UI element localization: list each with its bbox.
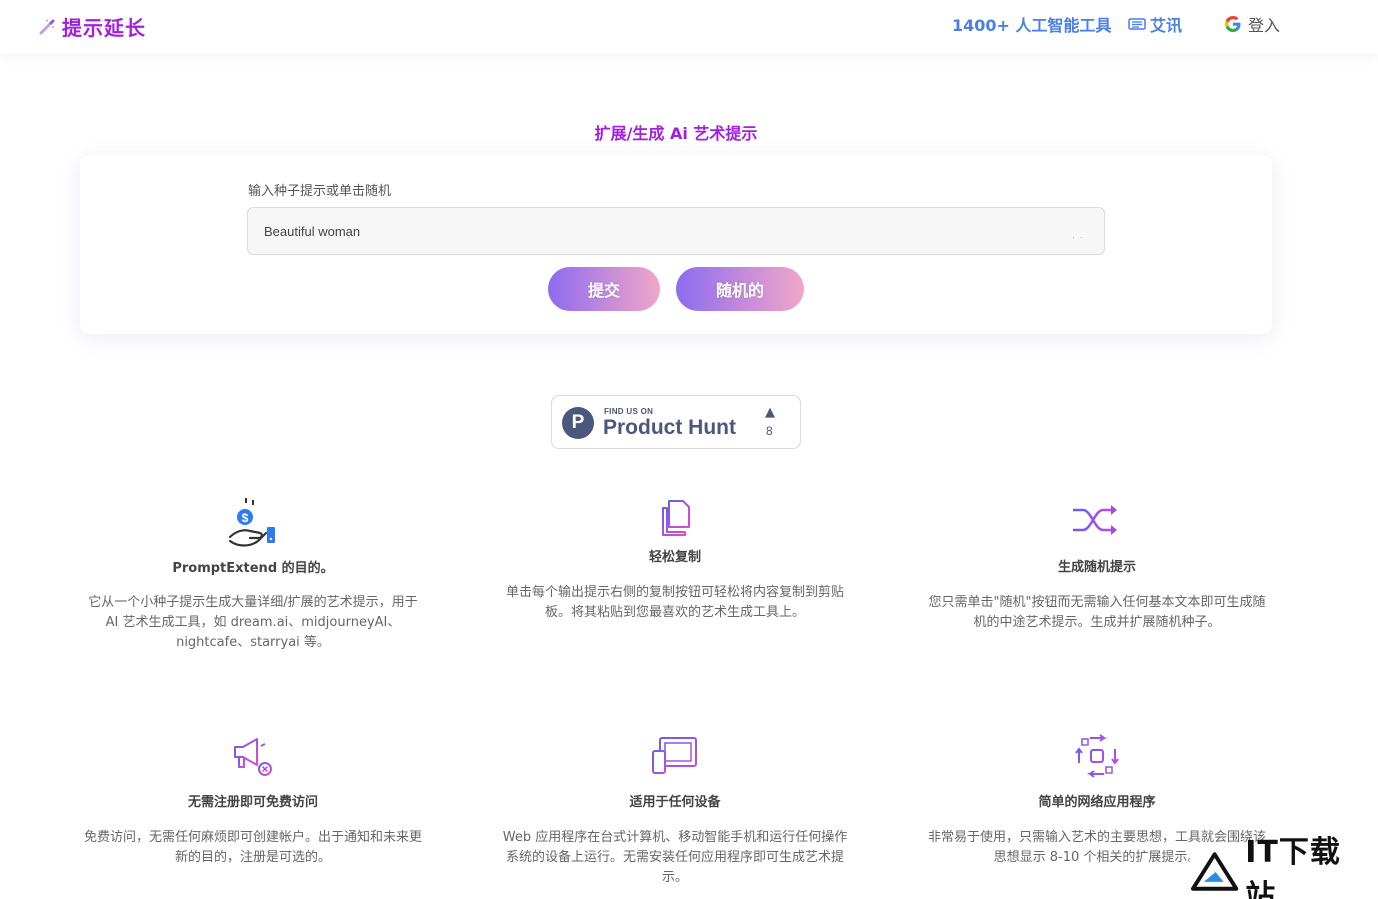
section-title: 扩展/生成 Ai 艺术提示 (594, 124, 758, 143)
seed-prompt-input[interactable] (247, 207, 1105, 255)
feature-title: 简单的网络应用程序 (1038, 795, 1156, 810)
login-link[interactable]: 登入 (1224, 12, 1280, 36)
nav-news-link[interactable]: 艾讯 (1128, 12, 1182, 36)
feature-desc: 单击每个输出提示右侧的复制按钮可轻松将内容复制到剪贴 板。将其粘贴到您最喜欢的艺… (500, 583, 850, 623)
feature-desc-line: 机的中途艺术提示。生成并扩展随机种子。 (973, 615, 1221, 630)
feature-desc-line: nightcafe、starryai 等。 (176, 635, 330, 650)
feature-any-device: 适用于任何设备 Web 应用程序在台式计算机、移动智能手机和运行任何操作 系统的… (500, 733, 850, 885)
product-hunt-badge[interactable]: P FIND US ON Product Hunt ▲ 8 (551, 395, 801, 449)
newspaper-icon (1128, 18, 1146, 30)
feature-title: PromptExtend 的目的。 (172, 561, 334, 576)
feature-desc-line: 示。 (661, 870, 688, 885)
feature-desc-line: 系统的设备上运行。无需安装任何应用程序即可生成艺术提 (505, 850, 844, 865)
feature-purpose: $ PromptExtend 的目的。 它从一个小种子提示生成大量详细/扩展的艺… (78, 495, 428, 650)
money-hand-icon: $ (228, 498, 275, 547)
magic-wand-icon (39, 19, 55, 34)
feature-title: 无需注册即可免费访问 (187, 795, 318, 810)
feature-desc: 您只需单击"随机"按钮而无需输入任何基本文本即可生成随 机的中途艺术提示。生成并… (922, 593, 1272, 633)
feature-desc-line: 您只需单击"随机"按钮而无需输入任何基本文本即可生成随 (928, 595, 1266, 610)
feature-free-access: 无需注册即可免费访问 免费访问，无需任何麻烦即可创建帐户。出于通知和未来更 新的… (78, 733, 428, 865)
feature-desc-line: 新的目的，注册是可选的。 (174, 850, 331, 865)
feature-random-prompt: 生成随机提示 您只需单击"随机"按钮而无需输入任何基本文本即可生成随 机的中途艺… (922, 500, 1272, 630)
top-header: 提示延长 1400+ 人工智能工具 艾讯 登入 (0, 0, 1378, 54)
resize-handle-icon[interactable]: . . (1072, 231, 1084, 241)
prompt-card: 输入种子提示或单击随机 . . 提交 随机的 (80, 155, 1272, 334)
feature-title: 轻松复制 (648, 550, 701, 565)
app-cycle-icon (1075, 734, 1119, 778)
devices-icon (652, 737, 698, 774)
shuffle-icon (1073, 505, 1117, 535)
watermark-text: IT下载站 (1245, 835, 1341, 899)
prompt-input-label: 输入种子提示或单击随机 (248, 184, 392, 199)
watermark-logo-icon (1190, 852, 1239, 891)
feature-desc-line: 免费访问，无需任何麻烦即可创建帐户。出于通知和未来更 (83, 830, 422, 845)
feature-desc-line: 板。将其粘贴到您最喜欢的艺术生成工具上。 (544, 605, 805, 620)
feature-simple-app: 简单的网络应用程序 非常易于使用，只需输入艺术的主要思想，工具就会围绕该 思想显… (922, 733, 1272, 865)
random-button[interactable]: 随机的 (676, 267, 804, 311)
google-icon (1225, 16, 1241, 32)
feature-desc: 免费访问，无需任何麻烦即可创建帐户。出于通知和未来更 新的目的，注册是可选的。 (78, 828, 428, 868)
upvote-count: 8 (766, 424, 773, 438)
feature-desc: Web 应用程序在台式计算机、移动智能手机和运行任何操作 系统的设备上运行。无需… (500, 828, 850, 888)
feature-desc-line: AI 艺术生成工具，如 dream.ai、midjourneyAI、 (105, 615, 401, 630)
login-label: 登入 (1248, 16, 1281, 35)
copy-icon (662, 500, 690, 536)
brand-logo[interactable]: 提示延长 (38, 12, 146, 41)
feature-desc-line: 它从一个小种子提示生成大量详细/扩展的艺术提示，用于 (88, 595, 418, 610)
feature-title: 适用于任何设备 (629, 795, 721, 810)
submit-button[interactable]: 提交 (548, 267, 660, 311)
feature-title: 生成随机提示 (1057, 560, 1136, 575)
feature-desc-line: Web 应用程序在台式计算机、移动智能手机和运行任何操作 (502, 830, 848, 845)
product-hunt-name: Product Hunt (603, 416, 736, 439)
brand-name: 提示延长 (62, 16, 146, 40)
feature-desc: 它从一个小种子提示生成大量详细/扩展的艺术提示，用于 AI 艺术生成工具，如 d… (78, 593, 428, 653)
feature-easy-copy: 轻松复制 单击每个输出提示右侧的复制按钮可轻松将内容复制到剪贴 板。将其粘贴到您… (500, 498, 850, 620)
product-hunt-find-us: FIND US ON (604, 407, 654, 416)
feature-desc-line: 单击每个输出提示右侧的复制按钮可轻松将内容复制到剪贴 (505, 585, 844, 600)
upvote-arrow-icon: ▲ (765, 405, 775, 420)
nav-news-label: 艾讯 (1150, 16, 1183, 35)
watermark: IT下载站 (1190, 835, 1370, 899)
nav-ai-tools-link[interactable]: 1400+ 人工智能工具 (952, 12, 1112, 36)
megaphone-icon (234, 738, 272, 776)
svg-text:$: $ (242, 511, 249, 525)
feature-desc-line: 非常易于使用，只需输入艺术的主要思想，工具就会围绕该 (927, 830, 1266, 845)
product-hunt-logo-icon: P (562, 407, 594, 439)
